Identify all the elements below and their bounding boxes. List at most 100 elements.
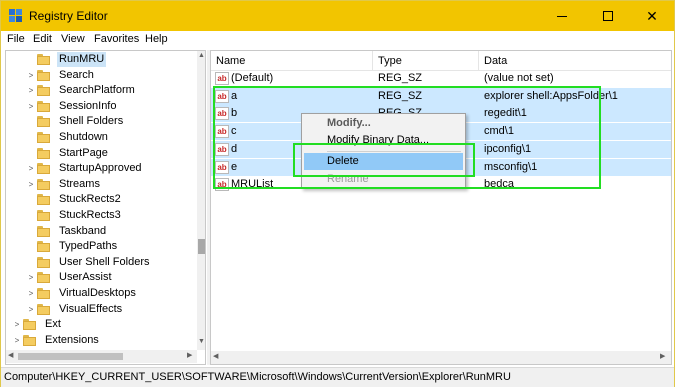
scroll-down-icon[interactable]: ▼ bbox=[197, 338, 205, 345]
scroll-left-icon[interactable]: ◀ bbox=[213, 352, 218, 360]
folder-icon bbox=[23, 334, 37, 346]
tree-item[interactable]: > VisualEffects bbox=[6, 302, 196, 317]
tree-item-label: SessionInfo bbox=[59, 99, 117, 112]
expand-arrow-icon[interactable]: > bbox=[26, 286, 36, 301]
tree-item-label: TypedPaths bbox=[59, 240, 118, 253]
folder-icon bbox=[37, 100, 51, 112]
tree-item[interactable]: StuckRects3 bbox=[6, 208, 196, 223]
tree-item-label: RunMRU bbox=[57, 52, 107, 67]
tree-item-label: VirtualDesktops bbox=[59, 287, 136, 299]
folder-icon bbox=[37, 225, 51, 237]
folder-icon bbox=[37, 241, 51, 253]
expand-arrow-icon[interactable]: > bbox=[12, 333, 22, 348]
menu-favorites[interactable]: Favorites bbox=[94, 33, 139, 45]
value-type: REG_SZ bbox=[378, 72, 423, 84]
tree-item-label: VisualEffects bbox=[59, 302, 123, 315]
close-button[interactable]: ✕ bbox=[629, 1, 675, 31]
expand-arrow-icon[interactable]: > bbox=[26, 177, 36, 192]
column-type[interactable]: Type bbox=[373, 51, 479, 71]
folder-icon bbox=[37, 178, 51, 190]
scroll-right-icon[interactable]: ▶ bbox=[187, 351, 192, 359]
tree-item-label: User Shell Folders bbox=[59, 255, 150, 268]
scroll-up-icon[interactable]: ▲ bbox=[197, 52, 205, 59]
folder-icon bbox=[37, 85, 51, 97]
tree-item[interactable]: > VirtualDesktops bbox=[6, 286, 196, 301]
value-row[interactable]: ab (Default) REG_SZ (value not set) bbox=[211, 70, 671, 87]
folder-icon bbox=[37, 69, 51, 81]
folder-icon bbox=[37, 256, 51, 268]
status-bar-path: Computer\HKEY_CURRENT_USER\SOFTWARE\Micr… bbox=[1, 367, 674, 387]
string-value-icon: ab bbox=[215, 72, 229, 85]
folder-icon bbox=[37, 54, 51, 65]
expand-arrow-icon[interactable]: > bbox=[26, 99, 36, 114]
annotation-delete bbox=[293, 143, 475, 177]
tree-item-label: Search bbox=[59, 68, 94, 81]
tree-item-label: StartupApproved bbox=[59, 162, 142, 175]
column-data[interactable]: Data bbox=[479, 51, 671, 71]
expand-arrow-icon[interactable]: > bbox=[12, 317, 22, 332]
tree-item[interactable]: Shell Folders bbox=[6, 114, 196, 129]
tree-item[interactable]: > Extensions bbox=[6, 333, 196, 348]
tree-item[interactable]: Taskband bbox=[6, 224, 196, 239]
value-data: (value not set) bbox=[484, 72, 554, 84]
tree-item-label: Taskband bbox=[59, 224, 107, 237]
folder-icon bbox=[37, 288, 51, 299]
tree-hscroll-thumb[interactable] bbox=[18, 353, 123, 360]
tree-item-label: StuckRects3 bbox=[59, 209, 121, 221]
tree-item[interactable]: RunMRU bbox=[6, 52, 196, 67]
folder-icon bbox=[37, 163, 51, 175]
folder-icon bbox=[37, 147, 51, 159]
tree-item-label: Streams bbox=[59, 177, 100, 190]
tree-item-label: Ext bbox=[45, 318, 61, 331]
tree-item[interactable]: StuckRects2 bbox=[6, 192, 196, 207]
scroll-left-icon[interactable]: ◀ bbox=[8, 351, 13, 359]
tree-item[interactable]: > SessionInfo bbox=[6, 99, 196, 114]
key-tree[interactable]: RunMRU > Search > SearchPlatform > SessionInfo… bbox=[5, 50, 206, 365]
minimize-button[interactable] bbox=[539, 1, 585, 31]
tree-item-label: Shutdown bbox=[59, 131, 108, 143]
close-icon: ✕ bbox=[646, 7, 658, 24]
expand-arrow-icon[interactable]: > bbox=[26, 68, 36, 83]
tree-item-label: Shell Folders bbox=[59, 115, 124, 128]
tree-item-label: StuckRects2 bbox=[59, 193, 121, 206]
window-title: Registry Editor bbox=[29, 9, 108, 23]
expand-arrow-icon[interactable]: > bbox=[26, 83, 36, 98]
value-name: (Default) bbox=[231, 72, 274, 84]
registry-editor-window: Registry Editor ✕ File Edit View Favorit… bbox=[0, 0, 675, 387]
menu-help[interactable]: Help bbox=[145, 33, 168, 45]
tree-scroll-thumb[interactable] bbox=[198, 239, 205, 254]
tree-item[interactable]: > UserAssist bbox=[6, 270, 196, 285]
menu-edit[interactable]: Edit bbox=[33, 33, 52, 45]
scroll-right-icon[interactable]: ▶ bbox=[660, 352, 665, 360]
folder-icon bbox=[37, 210, 51, 221]
tree-horizontal-scrollbar[interactable]: ◀ ▶ bbox=[6, 350, 197, 363]
list-horizontal-scrollbar[interactable]: ◀ ▶ bbox=[211, 351, 671, 364]
list-header: Name Type Data bbox=[211, 51, 671, 71]
tree-item[interactable]: Shutdown bbox=[6, 130, 196, 145]
tree-item[interactable]: TypedPaths bbox=[6, 239, 196, 254]
expand-arrow-icon[interactable]: > bbox=[26, 270, 36, 285]
tree-item[interactable]: StartPage bbox=[6, 146, 196, 161]
column-name[interactable]: Name bbox=[211, 51, 373, 71]
title-bar[interactable]: Registry Editor ✕ bbox=[1, 1, 674, 31]
menu-bar: File Edit View Favorites Help bbox=[1, 31, 674, 49]
tree-item[interactable]: > Search bbox=[6, 68, 196, 83]
menu-view[interactable]: View bbox=[61, 33, 85, 45]
expand-arrow-icon[interactable]: > bbox=[26, 161, 36, 176]
tree-item[interactable]: > StartupApproved bbox=[6, 161, 196, 176]
tree-item[interactable]: > Ext bbox=[6, 317, 196, 332]
minimize-icon bbox=[557, 15, 567, 17]
tree-item[interactable]: User Shell Folders bbox=[6, 255, 196, 270]
folder-icon bbox=[37, 194, 51, 206]
registry-icon bbox=[9, 9, 23, 23]
menu-file[interactable]: File bbox=[7, 33, 25, 45]
tree-vertical-scrollbar[interactable]: ▲ ▼ bbox=[197, 51, 205, 350]
tree-item[interactable]: > Streams bbox=[6, 177, 196, 192]
tree-item-label: SearchPlatform bbox=[59, 84, 135, 97]
expand-arrow-icon[interactable]: > bbox=[26, 302, 36, 317]
folder-icon bbox=[23, 319, 37, 331]
tree-item[interactable]: > SearchPlatform bbox=[6, 83, 196, 98]
folder-icon bbox=[37, 116, 51, 128]
folder-icon bbox=[37, 132, 51, 143]
maximize-button[interactable] bbox=[585, 1, 631, 31]
